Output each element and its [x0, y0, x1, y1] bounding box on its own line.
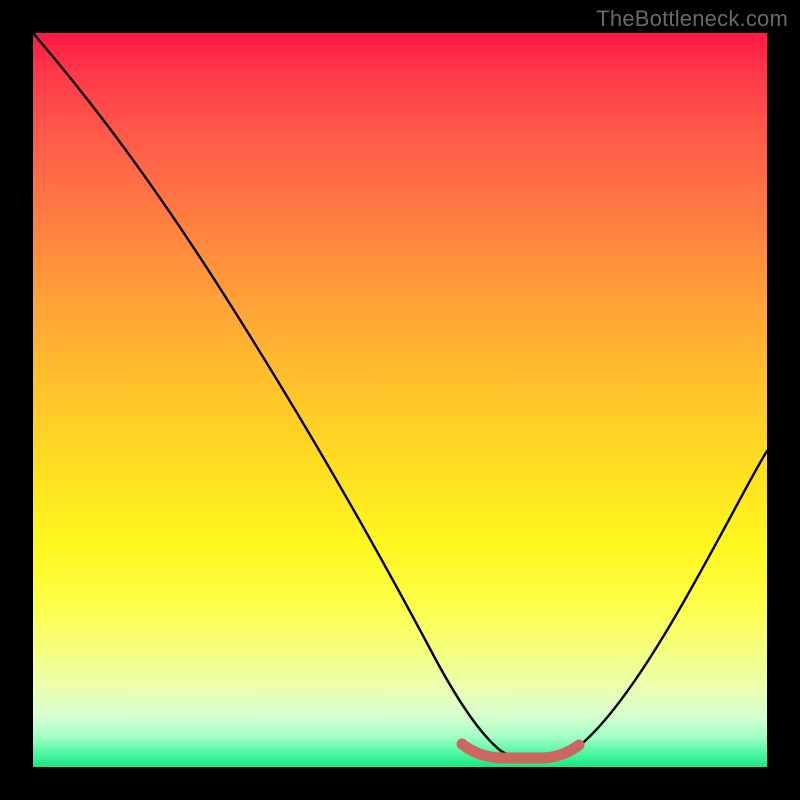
bottleneck-curve-path — [33, 33, 767, 759]
bottleneck-curve-svg — [33, 33, 767, 767]
optimal-zone-marker — [462, 744, 579, 758]
plot-area — [33, 33, 767, 767]
chart-frame: TheBottleneck.com — [0, 0, 800, 800]
watermark-text: TheBottleneck.com — [596, 6, 788, 32]
